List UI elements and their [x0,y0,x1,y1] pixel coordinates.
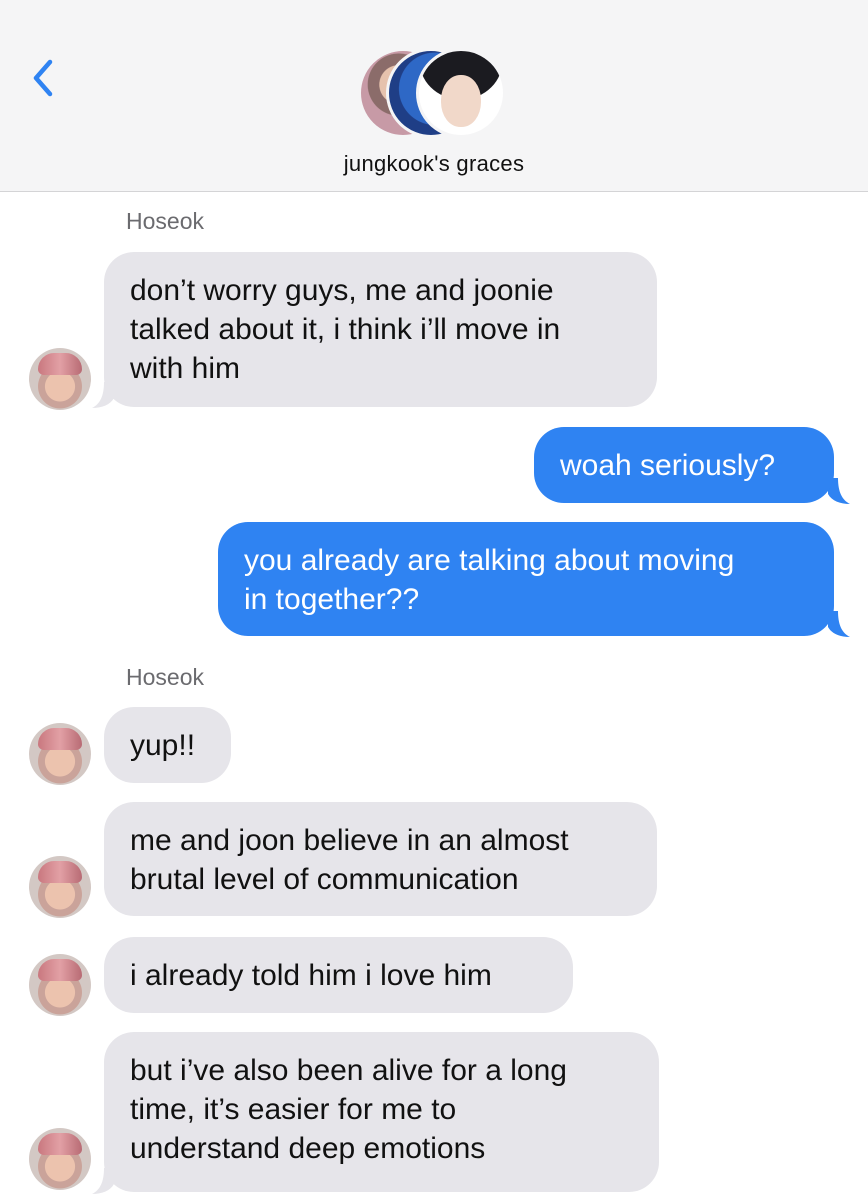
chevron-left-icon[interactable] [26,52,66,100]
incoming-message-bubble[interactable]: but i’ve also been alive for a long time… [104,1032,659,1192]
group-member-avatar [416,48,506,138]
incoming-message-bubble[interactable]: don’t worry guys, me and joonie talked a… [104,252,657,407]
conversation-header: jungkook's graces [0,0,868,192]
outgoing-message-bubble[interactable]: woah seriously? [534,427,834,503]
group-name[interactable]: jungkook's graces [0,151,868,177]
incoming-message-bubble[interactable]: me and joon believe in an almost brutal … [104,802,657,916]
incoming-message-bubble[interactable]: yup!! [104,707,231,783]
incoming-message-bubble[interactable]: i already told him i love him [104,937,573,1013]
outgoing-message-bubble[interactable]: you already are talking about moving in … [218,522,834,636]
sender-avatar[interactable] [29,954,91,1016]
sender-avatar[interactable] [29,723,91,785]
group-avatar-stack[interactable] [358,48,514,138]
sender-avatar[interactable] [29,348,91,410]
sender-name: Hoseok [126,208,204,234]
sender-name: Hoseok [126,664,204,690]
sender-avatar[interactable] [29,856,91,918]
sender-avatar[interactable] [29,1128,91,1190]
